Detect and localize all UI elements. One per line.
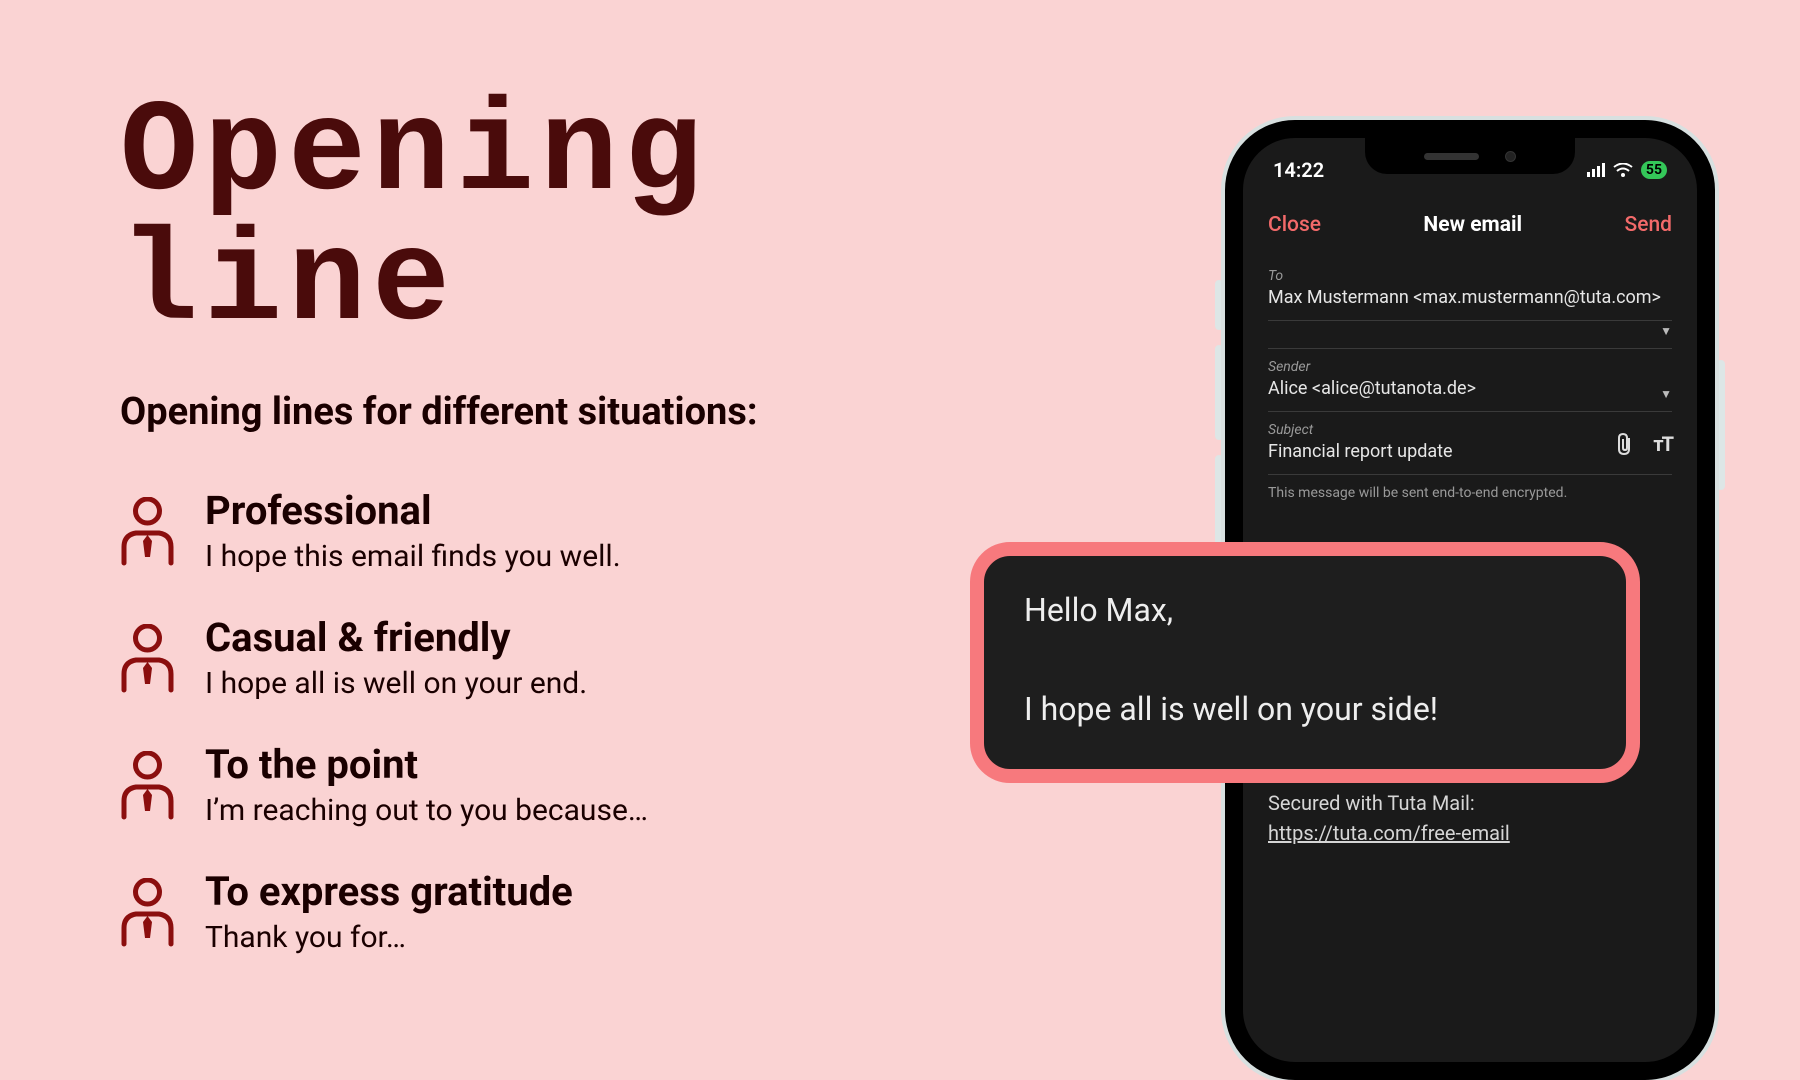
battery-icon: 55	[1641, 161, 1667, 179]
phone-side-button	[1215, 280, 1223, 330]
chevron-down-icon: ▼	[1660, 387, 1672, 401]
situation-title: Casual & friendly	[205, 616, 587, 660]
subject-value: Financial report update	[1268, 441, 1453, 462]
situation-item: To express gratitude Thank you for…	[120, 870, 1020, 955]
to-expand-row[interactable]: ▼	[1268, 321, 1672, 349]
status-bar: 14:22 55	[1243, 158, 1697, 182]
situation-title: Professional	[205, 489, 621, 533]
to-label: To	[1268, 268, 1672, 284]
to-value: Max Mustermann <max.mustermann@tuta.com>	[1268, 287, 1672, 308]
phone-side-button	[1215, 455, 1223, 550]
signature-link[interactable]: https://tuta.com/free-email	[1268, 818, 1672, 848]
compose-form: To Max Mustermann <max.mustermann@tuta.c…	[1268, 258, 1672, 501]
situation-text: To express gratitude Thank you for…	[205, 870, 573, 955]
situation-example: I hope this email finds you well.	[205, 539, 621, 574]
send-button[interactable]: Send	[1624, 213, 1672, 237]
status-time: 14:22	[1273, 158, 1324, 182]
status-icons-group: 55	[1587, 158, 1667, 182]
close-button[interactable]: Close	[1268, 213, 1321, 237]
chevron-down-icon: ▼	[1660, 324, 1672, 338]
subject-label: Subject	[1268, 422, 1453, 438]
situation-item: To the point I’m reaching out to you bec…	[120, 743, 1020, 828]
situation-item: Professional I hope this email finds you…	[120, 489, 1020, 574]
situation-text: Professional I hope this email finds you…	[205, 489, 621, 574]
person-tie-icon	[120, 878, 175, 952]
page-subtitle: Opening lines for different situations:	[120, 390, 1020, 434]
situation-example: I hope all is well on your end.	[205, 666, 587, 701]
subject-field[interactable]: Subject Financial report update тT	[1268, 412, 1672, 475]
highlight-callout: Hello Max, I hope all is well on your si…	[970, 542, 1640, 783]
situation-item: Casual & friendly I hope all is well on …	[120, 616, 1020, 701]
sender-value: Alice <alice@tutanota.de>	[1268, 378, 1672, 399]
situation-text: Casual & friendly I hope all is well on …	[205, 616, 587, 701]
screen-title: New email	[1423, 213, 1522, 237]
encryption-note: This message will be sent end-to-end enc…	[1268, 485, 1672, 501]
situation-list: Professional I hope this email finds you…	[120, 489, 1020, 955]
signature-line: Secured with Tuta Mail:	[1268, 788, 1672, 818]
attachment-icon[interactable]	[1615, 432, 1635, 462]
compose-nav: Close New email Send	[1243, 213, 1697, 237]
situation-example: Thank you for…	[205, 920, 573, 955]
page-title: Opening line	[120, 90, 1020, 350]
phone-side-button	[1717, 360, 1725, 490]
situation-text: To the point I’m reaching out to you bec…	[205, 743, 648, 828]
sender-label: Sender	[1268, 359, 1672, 375]
text-format-icon[interactable]: тT	[1653, 432, 1672, 462]
wifi-icon	[1613, 158, 1633, 182]
phone-side-button	[1215, 345, 1223, 440]
signal-icon	[1587, 158, 1605, 182]
person-tie-icon	[120, 497, 175, 571]
to-field[interactable]: To Max Mustermann <max.mustermann@tuta.c…	[1268, 258, 1672, 321]
situation-title: To the point	[205, 743, 648, 787]
callout-greeting: Hello Max,	[1024, 586, 1586, 636]
situation-example: I’m reaching out to you because…	[205, 793, 648, 828]
sender-field[interactable]: Sender Alice <alice@tutanota.de> ▼	[1268, 349, 1672, 412]
situation-title: To express gratitude	[205, 870, 573, 914]
left-panel: Opening line Opening lines for different…	[120, 90, 1020, 997]
person-tie-icon	[120, 624, 175, 698]
callout-opening-line: I hope all is well on your side!	[1024, 685, 1586, 735]
person-tie-icon	[120, 751, 175, 825]
